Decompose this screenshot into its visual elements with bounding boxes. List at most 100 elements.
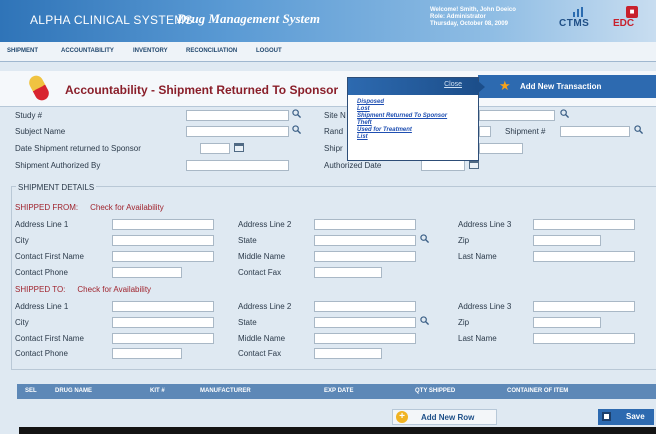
menu-item-returned[interactable]: Shipment Returned To Sponsor <box>357 113 478 120</box>
shipr-input[interactable] <box>479 143 523 154</box>
col-drug-name[interactable]: DRUG NAME <box>55 388 92 394</box>
subject-input[interactable] <box>186 126 289 137</box>
brand-name: ALPHA CLINICAL SYSTEMS <box>30 13 193 27</box>
authorized-calendar-icon[interactable] <box>469 160 479 169</box>
from-fax-input[interactable] <box>314 267 382 278</box>
date-line: Thursday, October 08, 2009 <box>430 21 508 27</box>
from-last-name-label: Last Name <box>458 252 497 261</box>
study-label: Study # <box>15 111 43 120</box>
pill-icon <box>26 73 52 103</box>
edc-label: EDC <box>613 18 635 29</box>
nav-logout[interactable]: LOGOUT <box>256 48 282 54</box>
nav-shipment[interactable]: SHIPMENT <box>7 48 38 54</box>
to-city-label: City <box>15 318 29 327</box>
from-address1-input[interactable] <box>112 219 214 230</box>
shipped-to-section: SHIPPED TO: Check for Availability <box>15 285 151 294</box>
role-line: Role: Administrator <box>430 14 486 20</box>
authorized-by-label: Shipment Authorized By <box>15 161 101 170</box>
nav-reconciliation[interactable]: RECONCILIATION <box>186 48 237 54</box>
check-availability-from[interactable]: Check for Availability <box>90 203 164 212</box>
check-availability-to[interactable]: Check for Availability <box>77 285 151 294</box>
to-city-input[interactable] <box>112 317 214 328</box>
to-last-name-input[interactable] <box>533 333 635 344</box>
transaction-type-popup: Close Disposed Lost Shipment Returned To… <box>347 77 485 161</box>
to-address1-label: Address Line 1 <box>15 302 69 311</box>
add-new-row-button[interactable]: + Add New Row <box>392 409 497 425</box>
col-kit[interactable]: KIT # <box>150 388 165 394</box>
calendar-icon[interactable] <box>234 143 244 152</box>
to-address2-input[interactable] <box>314 301 416 312</box>
col-container[interactable]: CONTAINER OF ITEM <box>507 388 568 394</box>
from-middle-name-input[interactable] <box>314 251 416 262</box>
to-middle-name-label: Middle Name <box>238 334 286 343</box>
to-phone-label: Contact Phone <box>15 349 68 358</box>
shipment-search-icon[interactable] <box>634 125 643 134</box>
ctms-icon <box>573 7 583 17</box>
study-input[interactable] <box>186 110 289 121</box>
popup-header: Close <box>348 78 478 95</box>
menu-item-theft[interactable]: Theft <box>357 120 478 127</box>
shipped-to-label: SHIPPED TO: <box>15 285 66 294</box>
app-header: ALPHA CLINICAL SYSTEMS Drug Management S… <box>0 0 656 42</box>
rand-input[interactable] <box>479 126 491 137</box>
menu-item-treatment[interactable]: Used for Treatment <box>357 127 478 134</box>
to-fax-input[interactable] <box>314 348 382 359</box>
shipment-number-input[interactable] <box>560 126 630 137</box>
nav-inventory[interactable]: INVENTORY <box>133 48 168 54</box>
shipment-details-title: SHIPMENT DETAILS <box>16 183 97 192</box>
from-last-name-input[interactable] <box>533 251 635 262</box>
from-city-label: City <box>15 236 29 245</box>
col-sel[interactable]: SEL <box>25 388 37 394</box>
shipment-number-label: Shipment # <box>505 127 546 136</box>
menu-item-disposed[interactable]: Disposed <box>357 99 478 106</box>
ctms-button[interactable]: CTMS <box>559 6 597 38</box>
to-address3-input[interactable] <box>533 301 635 312</box>
site-search-icon[interactable] <box>560 109 569 118</box>
to-first-name-input[interactable] <box>112 333 214 344</box>
star-icon: ★ <box>499 78 511 93</box>
from-city-input[interactable] <box>112 235 214 246</box>
authorized-date-input[interactable] <box>421 160 465 171</box>
to-state-label: State <box>238 318 257 327</box>
menu-item-lost[interactable]: Lost <box>357 106 478 113</box>
from-address2-input[interactable] <box>314 219 416 230</box>
to-zip-input[interactable] <box>533 317 601 328</box>
site-input[interactable] <box>479 110 555 121</box>
subject-search-icon[interactable] <box>292 125 301 134</box>
drug-grid-header: SEL DRUG NAME KIT # MANUFACTURER EXP DAT… <box>17 384 656 399</box>
to-phone-input[interactable] <box>112 348 182 359</box>
col-manufacturer[interactable]: MANUFACTURER <box>200 388 251 394</box>
from-state-input[interactable] <box>314 235 416 246</box>
to-state-input[interactable] <box>314 317 416 328</box>
from-zip-input[interactable] <box>533 235 601 246</box>
to-middle-name-input[interactable] <box>314 333 416 344</box>
to-first-name-label: Contact First Name <box>15 334 84 343</box>
from-phone-label: Contact Phone <box>15 268 68 277</box>
to-address1-input[interactable] <box>112 301 214 312</box>
nav-accountability[interactable]: ACCOUNTABILITY <box>61 48 114 54</box>
from-state-search-icon[interactable] <box>420 234 429 243</box>
save-button[interactable]: Save <box>598 409 654 425</box>
to-state-search-icon[interactable] <box>420 316 429 325</box>
from-phone-input[interactable] <box>112 267 182 278</box>
menu-item-list[interactable]: List <box>357 134 478 141</box>
date-returned-input[interactable] <box>200 143 230 154</box>
user-info: Welcome! Smith, John Doeico Role: Admini… <box>430 7 516 28</box>
from-fax-label: Contact Fax <box>238 268 282 277</box>
edc-button[interactable]: ■ EDC <box>613 6 651 38</box>
from-address3-input[interactable] <box>533 219 635 230</box>
plus-icon: + <box>396 411 408 423</box>
col-exp-date[interactable]: EXP DATE <box>324 388 353 394</box>
from-first-name-input[interactable] <box>112 251 214 262</box>
study-search-icon[interactable] <box>292 109 301 118</box>
to-fax-label: Contact Fax <box>238 349 282 358</box>
to-last-name-label: Last Name <box>458 334 497 343</box>
add-row-label: Add New Row <box>421 413 475 422</box>
add-new-transaction-button[interactable]: ★ Add New Transaction <box>478 75 656 98</box>
popup-close-link[interactable]: Close <box>444 81 462 88</box>
authorized-by-input[interactable] <box>186 160 289 171</box>
col-qty-shipped[interactable]: QTY SHIPPED <box>415 388 455 394</box>
edc-icon: ■ <box>626 6 638 18</box>
disk-icon <box>602 412 611 421</box>
rand-label: Rand <box>324 127 344 136</box>
